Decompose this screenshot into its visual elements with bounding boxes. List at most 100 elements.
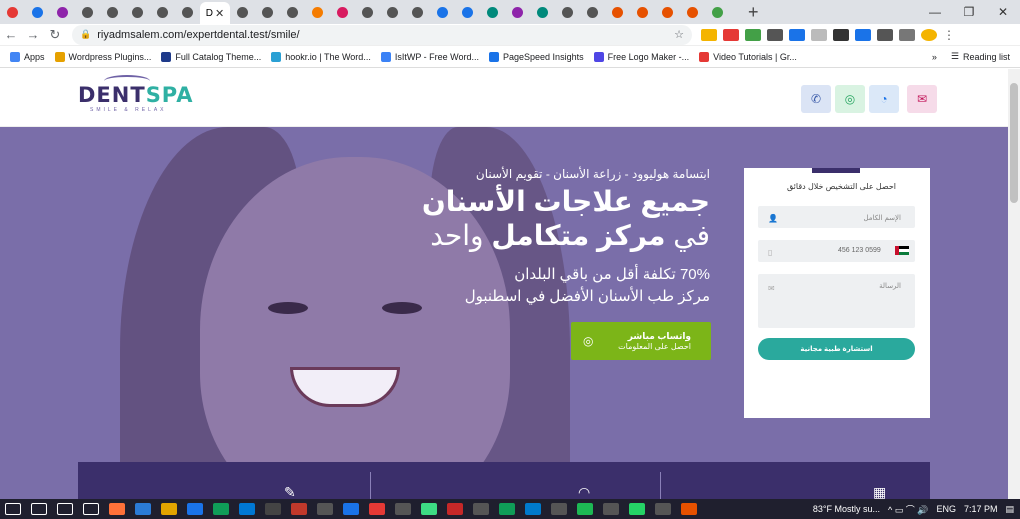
browser-tab[interactable] [705, 0, 730, 24]
taskbar-app-icon[interactable] [447, 503, 463, 515]
bookmark-item[interactable]: Free Logo Maker -... [593, 51, 689, 62]
taskbar-app-icon[interactable] [395, 503, 411, 515]
jordan-flag-icon[interactable] [895, 246, 909, 255]
restore-icon[interactable]: ❐ [952, 5, 986, 19]
message-field[interactable]: الرسالة ✉ [758, 274, 915, 328]
bookmark-item[interactable]: hookr.io | The Word... [271, 51, 371, 62]
browser-tab[interactable] [330, 0, 355, 24]
clock-text[interactable]: 7:17 PM [964, 504, 998, 514]
taskbar-app-icon[interactable] [57, 503, 73, 515]
forward-icon[interactable]: → [22, 27, 44, 42]
extension-icon[interactable] [723, 28, 739, 41]
address-bar[interactable]: 🔒 riyadmsalem.com/expertdental.test/smil… [72, 24, 692, 45]
browser-tab[interactable] [355, 0, 380, 24]
avatar[interactable] [921, 28, 937, 41]
camera-icon[interactable] [767, 28, 783, 41]
extension-icon[interactable] [877, 28, 893, 41]
browser-tab[interactable] [655, 0, 680, 24]
messenger-button[interactable]: ◔ [869, 85, 899, 113]
extension-icon[interactable] [811, 28, 827, 41]
taskbar-app-icon[interactable] [525, 503, 541, 515]
taskbar-app-icon[interactable] [239, 503, 255, 515]
close-window-icon[interactable]: ✕ [986, 5, 1020, 19]
weather-text[interactable]: 83°F Mostly su... [813, 504, 880, 514]
tray-icons[interactable]: ^ ▭ ⌒ 🔊 [888, 503, 928, 516]
site-logo[interactable]: DENTSPA SMILE & RELAX [78, 75, 194, 113]
bookmark-item[interactable]: Full Catalog Theme... [161, 51, 261, 62]
back-icon[interactable]: ← [0, 27, 22, 42]
extension-icon[interactable] [701, 28, 717, 41]
taskbar-app-icon[interactable] [161, 503, 177, 515]
minimize-icon[interactable]: — [918, 5, 952, 19]
taskbar-app-icon[interactable] [213, 503, 229, 515]
taskbar-app-icon[interactable] [109, 503, 125, 515]
browser-tab[interactable] [530, 0, 555, 24]
browser-tab[interactable] [230, 0, 255, 24]
browser-tab[interactable] [630, 0, 655, 24]
submit-button[interactable]: استشارة طبية مجانية [758, 338, 915, 360]
taskbar-app-icon[interactable] [681, 503, 697, 515]
phone-button[interactable]: ✆ [801, 85, 831, 113]
taskbar-app-icon[interactable] [551, 503, 567, 515]
browser-tab[interactable] [25, 0, 50, 24]
bookmark-item[interactable]: Wordpress Plugins... [54, 51, 151, 62]
browser-tab[interactable] [305, 0, 330, 24]
browser-tab[interactable] [405, 0, 430, 24]
new-tab-icon[interactable]: + [748, 2, 759, 23]
taskbar-app-icon[interactable] [421, 503, 437, 515]
browser-tab[interactable] [605, 0, 630, 24]
notifications-icon[interactable]: ▤ [1005, 504, 1014, 515]
taskbar-app-icon[interactable] [265, 503, 281, 515]
taskbar-app-icon[interactable] [317, 503, 333, 515]
scrollbar-thumb[interactable] [1010, 83, 1018, 203]
browser-tab[interactable] [75, 0, 100, 24]
browser-tab[interactable] [50, 0, 75, 24]
close-tab-icon[interactable]: ✕ [215, 7, 224, 20]
name-field[interactable]: الإسم الكامل 👤 [758, 206, 915, 228]
puzzle-icon[interactable] [899, 28, 915, 41]
taskbar-app-icon[interactable] [473, 503, 489, 515]
menu-dots-icon[interactable]: ⋮ [943, 29, 959, 41]
more-bookmarks-icon[interactable]: » [932, 52, 937, 62]
search-icon[interactable] [31, 503, 47, 515]
taskbar-app-icon[interactable] [135, 503, 151, 515]
whatsapp-button[interactable]: ◎ [835, 85, 865, 113]
taskbar-app-icon[interactable] [83, 503, 99, 515]
browser-tab[interactable] [555, 0, 580, 24]
bookmark-item[interactable]: IsItWP - Free Word... [380, 51, 479, 62]
browser-tab[interactable] [175, 0, 200, 24]
browser-tab[interactable] [280, 0, 305, 24]
active-browser-tab[interactable]: D ✕ [200, 2, 230, 24]
whatsapp-cta-button[interactable]: واتساب مباشر احصل على المعلومات ◎ [571, 322, 711, 360]
browser-tab[interactable] [150, 0, 175, 24]
extension-icon[interactable] [745, 28, 761, 41]
browser-tab[interactable] [580, 0, 605, 24]
extension-icon[interactable] [855, 28, 871, 41]
taskbar-app-icon[interactable] [577, 503, 593, 515]
browser-tab[interactable] [430, 0, 455, 24]
browser-tab[interactable] [100, 0, 125, 24]
reading-list-label[interactable]: Reading list [963, 52, 1010, 62]
bookmark-item[interactable]: Video Tutorials | Gr... [699, 51, 797, 62]
language-indicator[interactable]: ENG [936, 504, 956, 514]
taskbar-app-icon[interactable] [343, 503, 359, 515]
extension-icon[interactable] [789, 28, 805, 41]
bookmark-star-icon[interactable]: ☆ [674, 28, 684, 41]
browser-tab[interactable] [0, 0, 25, 24]
phone-field[interactable]: 456 123 0599 ▯ [758, 240, 915, 262]
extension-icon[interactable] [833, 28, 849, 41]
browser-tab[interactable] [255, 0, 280, 24]
bookmark-item[interactable]: PageSpeed Insights [489, 51, 584, 62]
taskbar-app-icon[interactable] [187, 503, 203, 515]
browser-tab[interactable] [380, 0, 405, 24]
bookmark-item[interactable]: Apps [10, 51, 45, 62]
windows-start-icon[interactable] [5, 503, 21, 515]
taskbar-app-icon[interactable] [291, 503, 307, 515]
browser-tab[interactable] [480, 0, 505, 24]
browser-tab[interactable] [505, 0, 530, 24]
reload-icon[interactable]: ↻ [44, 27, 66, 43]
browser-tab[interactable] [455, 0, 480, 24]
taskbar-app-icon[interactable] [603, 503, 619, 515]
taskbar-app-icon[interactable] [499, 503, 515, 515]
email-button[interactable]: ✉ [907, 85, 937, 113]
